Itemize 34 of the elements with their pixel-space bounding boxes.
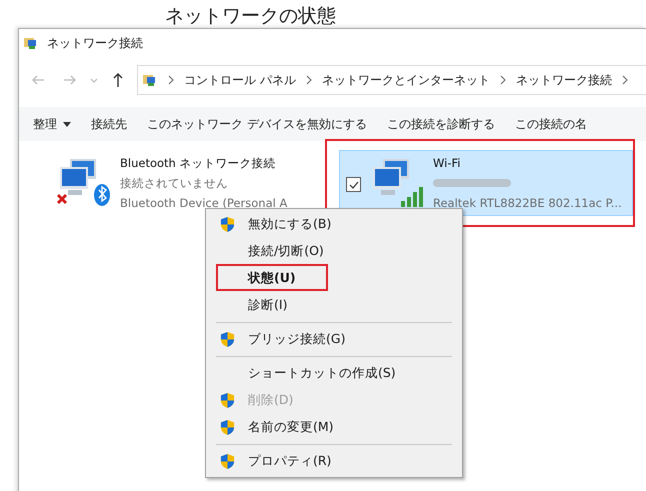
- chevron-right-icon: [620, 75, 629, 85]
- menu-item[interactable]: ブリッジ接続(G): [206, 326, 462, 353]
- chevron-right-icon: [498, 75, 507, 85]
- chevron-right-icon: [304, 75, 313, 85]
- toolbar-button[interactable]: 接続先: [83, 112, 135, 136]
- menu-item[interactable]: 接続/切断(O): [206, 238, 462, 265]
- menu-item[interactable]: 診断(I): [206, 292, 462, 319]
- dropdown-triangle-icon: [63, 122, 71, 126]
- toolbar-button[interactable]: この接続の名: [506, 112, 595, 136]
- disconnected-bluetooth-network-icon: [56, 157, 112, 209]
- menu-item[interactable]: 名前の変更(M): [206, 414, 462, 441]
- toolbar-button[interactable]: 整理: [25, 112, 79, 136]
- checkbox[interactable]: [346, 177, 361, 192]
- breadcrumb-item[interactable]: コントロール パネル: [184, 72, 296, 88]
- address-bar[interactable]: コントロール パネル ネットワークとインターネット ネットワーク接続: [137, 65, 646, 95]
- menu-item[interactable]: プロパティ(R): [206, 448, 462, 475]
- connection-name: Bluetooth ネットワーク接続: [120, 155, 276, 172]
- background-window-title: ネットワークの状態: [165, 4, 336, 28]
- toolbar-button[interactable]: このネットワーク デバイスを無効にする: [139, 112, 375, 136]
- menu-item[interactable]: ショートカットの作成(S): [206, 360, 462, 387]
- device-name: Realtek RTL8822BE 802.11ac P...: [433, 195, 622, 212]
- breadcrumb-item[interactable]: ネットワークとインターネット: [322, 72, 490, 88]
- menu-item[interactable]: 状態(U): [206, 265, 462, 292]
- network-folder-icon: [142, 72, 158, 88]
- toolbar-button[interactable]: この接続を診断する: [378, 112, 503, 136]
- window-title: ネットワーク接続: [47, 34, 143, 52]
- network-folder-icon: [23, 35, 39, 51]
- device-name: Bluetooth Device (Personal A: [120, 195, 288, 212]
- breadcrumb-item[interactable]: ネットワーク接続: [516, 72, 612, 88]
- chevron-right-icon: [167, 75, 175, 85]
- connection-status: 接続されていません: [120, 175, 229, 192]
- connection-name: Wi-Fi: [433, 155, 462, 172]
- check-icon: [348, 180, 358, 190]
- connection-item[interactable]: Wi-Fi Realtek RTL8822BE 802.11ac P...: [339, 150, 633, 216]
